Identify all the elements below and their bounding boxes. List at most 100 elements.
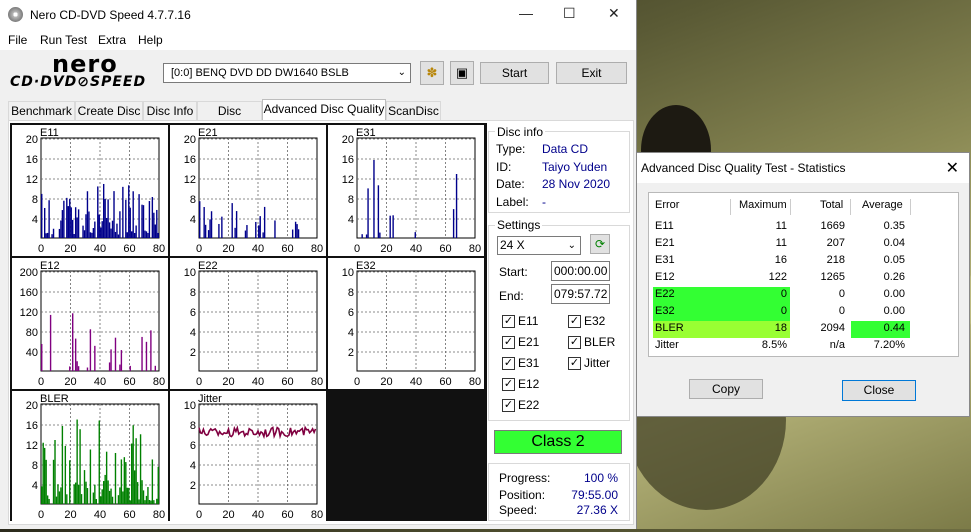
graph-e31: E31 20 16 12 8 4 0 20 40 60 80 <box>328 125 484 256</box>
table-cell: 2094 <box>820 322 845 334</box>
menu-bar: File Run Test Extra Help <box>0 30 636 50</box>
x-tick-label: 20 <box>64 243 76 255</box>
chevron-down-icon: ⌄ <box>567 240 576 251</box>
graph-plot: 201612840 20 40 60 80 <box>184 134 323 255</box>
start-input[interactable]: 000:00.00 <box>551 261 610 281</box>
y-tick-label: 16 <box>26 420 38 432</box>
y-tick-label: 10 <box>184 267 196 279</box>
menu-run-test[interactable]: Run Test <box>40 33 87 47</box>
x-tick-label: 40 <box>252 243 264 255</box>
table-cell: 11 <box>775 220 787 232</box>
checkbox-e22[interactable]: ✓ <box>502 399 515 412</box>
stats-header-row: Error Maximum Total Average <box>649 198 958 215</box>
close-icon[interactable]: ✕ <box>608 5 620 22</box>
checkbox-e31[interactable]: ✓ <box>502 357 515 370</box>
maximize-icon[interactable]: ☐ <box>563 5 576 22</box>
position-label: Position: <box>499 488 546 502</box>
copy-button[interactable]: Copy <box>689 379 763 399</box>
checkbox-jitter-label: Jitter <box>584 356 611 370</box>
graph-e12: E12 200 160 120 80 40 0 20 40 60 80 <box>12 258 168 389</box>
y-tick-label: 4 <box>348 327 354 339</box>
refresh-icon: ⟳ <box>594 237 606 251</box>
refresh-speed-button[interactable]: ⟳ <box>590 234 610 254</box>
graph-plot: 201612840 20 40 60 80 <box>26 400 165 521</box>
x-tick-label: 80 <box>311 376 323 388</box>
x-tick-label: 0 <box>354 376 360 388</box>
x-tick-label: 0 <box>38 376 44 388</box>
start-button[interactable]: Start <box>480 62 549 84</box>
dialog-title: Advanced Disc Quality Test - Statistics <box>641 161 846 175</box>
x-tick-label: 20 <box>222 243 234 255</box>
x-tick-label: 40 <box>252 509 264 521</box>
position-value: 79:55.00 <box>571 488 618 502</box>
stats-row: E32 0 0 0.00 <box>649 304 958 321</box>
checkbox-e12[interactable]: ✓ <box>502 378 515 391</box>
x-tick-label: 80 <box>153 376 165 388</box>
checkbox-e11[interactable]: ✓ <box>502 315 515 328</box>
x-tick-label: 0 <box>196 376 202 388</box>
menu-file[interactable]: File <box>8 33 27 47</box>
speed-select[interactable]: 24 X ⌄ <box>497 236 581 255</box>
tab-disc-info[interactable]: Disc Info <box>143 101 197 121</box>
table-cell: E22 <box>655 288 675 300</box>
checkbox-bler[interactable]: ✓ <box>568 336 581 349</box>
graph-plot: 1086420 20 40 60 80 <box>184 400 323 521</box>
checkbox-e31-label: E31 <box>518 356 540 370</box>
chevron-down-icon: ⌄ <box>397 67 406 78</box>
graph-e32: E32 10 8 6 4 2 0 20 40 60 80 <box>328 258 484 389</box>
checkbox-e12-label: E12 <box>518 377 540 391</box>
checkbox-jitter[interactable]: ✓ <box>568 357 581 370</box>
stats-row: E21 11 207 0.04 <box>649 236 958 253</box>
title-bar: Nero CD-DVD Speed 4.7.7.16 — ☐ ✕ <box>0 0 636 30</box>
tab-create-disc[interactable]: Create Disc <box>75 101 143 121</box>
x-tick-label: 60 <box>123 243 135 255</box>
table-cell: 0 <box>838 305 845 317</box>
y-tick-label: 6 <box>190 440 196 452</box>
checkbox-e32[interactable]: ✓ <box>568 315 581 328</box>
column-header: Average <box>862 199 903 211</box>
y-tick-label: 10 <box>184 400 196 412</box>
table-cell: BLER <box>655 322 684 334</box>
window-title: Nero CD-DVD Speed 4.7.7.16 <box>30 8 191 22</box>
x-tick-label: 80 <box>153 509 165 521</box>
y-tick-label: 40 <box>26 347 38 359</box>
exit-button[interactable]: Exit <box>556 62 627 84</box>
type-value: Data CD <box>542 142 589 156</box>
logo-speed-text: CD·DVD⊘SPEED <box>10 74 147 90</box>
close-button[interactable]: Close <box>842 380 916 401</box>
graphs-grid: E11 20 16 12 8 4 0 20 40 60 80 E21 20 16 12 8 4 0 20 40 60 80… <box>10 123 487 522</box>
graph-e21: E21 20 16 12 8 4 0 20 40 60 80 <box>170 125 326 256</box>
y-tick-label: 6 <box>348 307 354 319</box>
tab-advanced-disc-quality[interactable]: Advanced Disc Quality <box>262 99 386 122</box>
x-tick-label: 60 <box>281 376 293 388</box>
y-tick-label: 120 <box>20 307 38 319</box>
y-tick-label: 4 <box>190 327 196 339</box>
table-cell: 0 <box>780 288 787 300</box>
speed-value: 27.36 X <box>576 503 618 517</box>
save-button[interactable]: ▣ <box>450 61 474 85</box>
y-tick-label: 10 <box>342 267 354 279</box>
checkbox-e21-label: E21 <box>518 335 540 349</box>
menu-extra[interactable]: Extra <box>98 33 126 47</box>
x-tick-label: 60 <box>123 376 135 388</box>
tab-disc-quality[interactable]: Disc Quality <box>197 101 262 137</box>
tab-scandisc[interactable]: ScanDisc <box>386 101 441 121</box>
y-tick-label: 6 <box>190 307 196 319</box>
stats-row: E22 0 0 0.00 <box>649 287 958 304</box>
graph-plot: 201612840 20 40 60 80 <box>342 134 481 255</box>
drive-info-button[interactable]: ✽ <box>420 61 444 85</box>
x-tick-label: 0 <box>38 509 44 521</box>
x-tick-label: 20 <box>64 509 76 521</box>
tab-benchmark[interactable]: Benchmark <box>8 101 75 121</box>
y-tick-label: 8 <box>32 194 38 206</box>
minimize-icon[interactable]: — <box>519 5 533 21</box>
y-tick-label: 8 <box>348 194 354 206</box>
end-input[interactable]: 079:57.72 <box>551 284 610 304</box>
table-cell: 8.5% <box>761 339 787 351</box>
dialog-title-bar: Advanced Disc Quality Test - Statistics … <box>637 153 969 183</box>
checkbox-e21[interactable]: ✓ <box>502 336 515 349</box>
y-tick-label: 12 <box>184 174 196 186</box>
dialog-close-icon[interactable]: ✕ <box>946 158 959 178</box>
menu-help[interactable]: Help <box>138 33 163 47</box>
drive-select[interactable]: [0:0] BENQ DVD DD DW1640 BSLB ⌄ <box>163 63 411 83</box>
